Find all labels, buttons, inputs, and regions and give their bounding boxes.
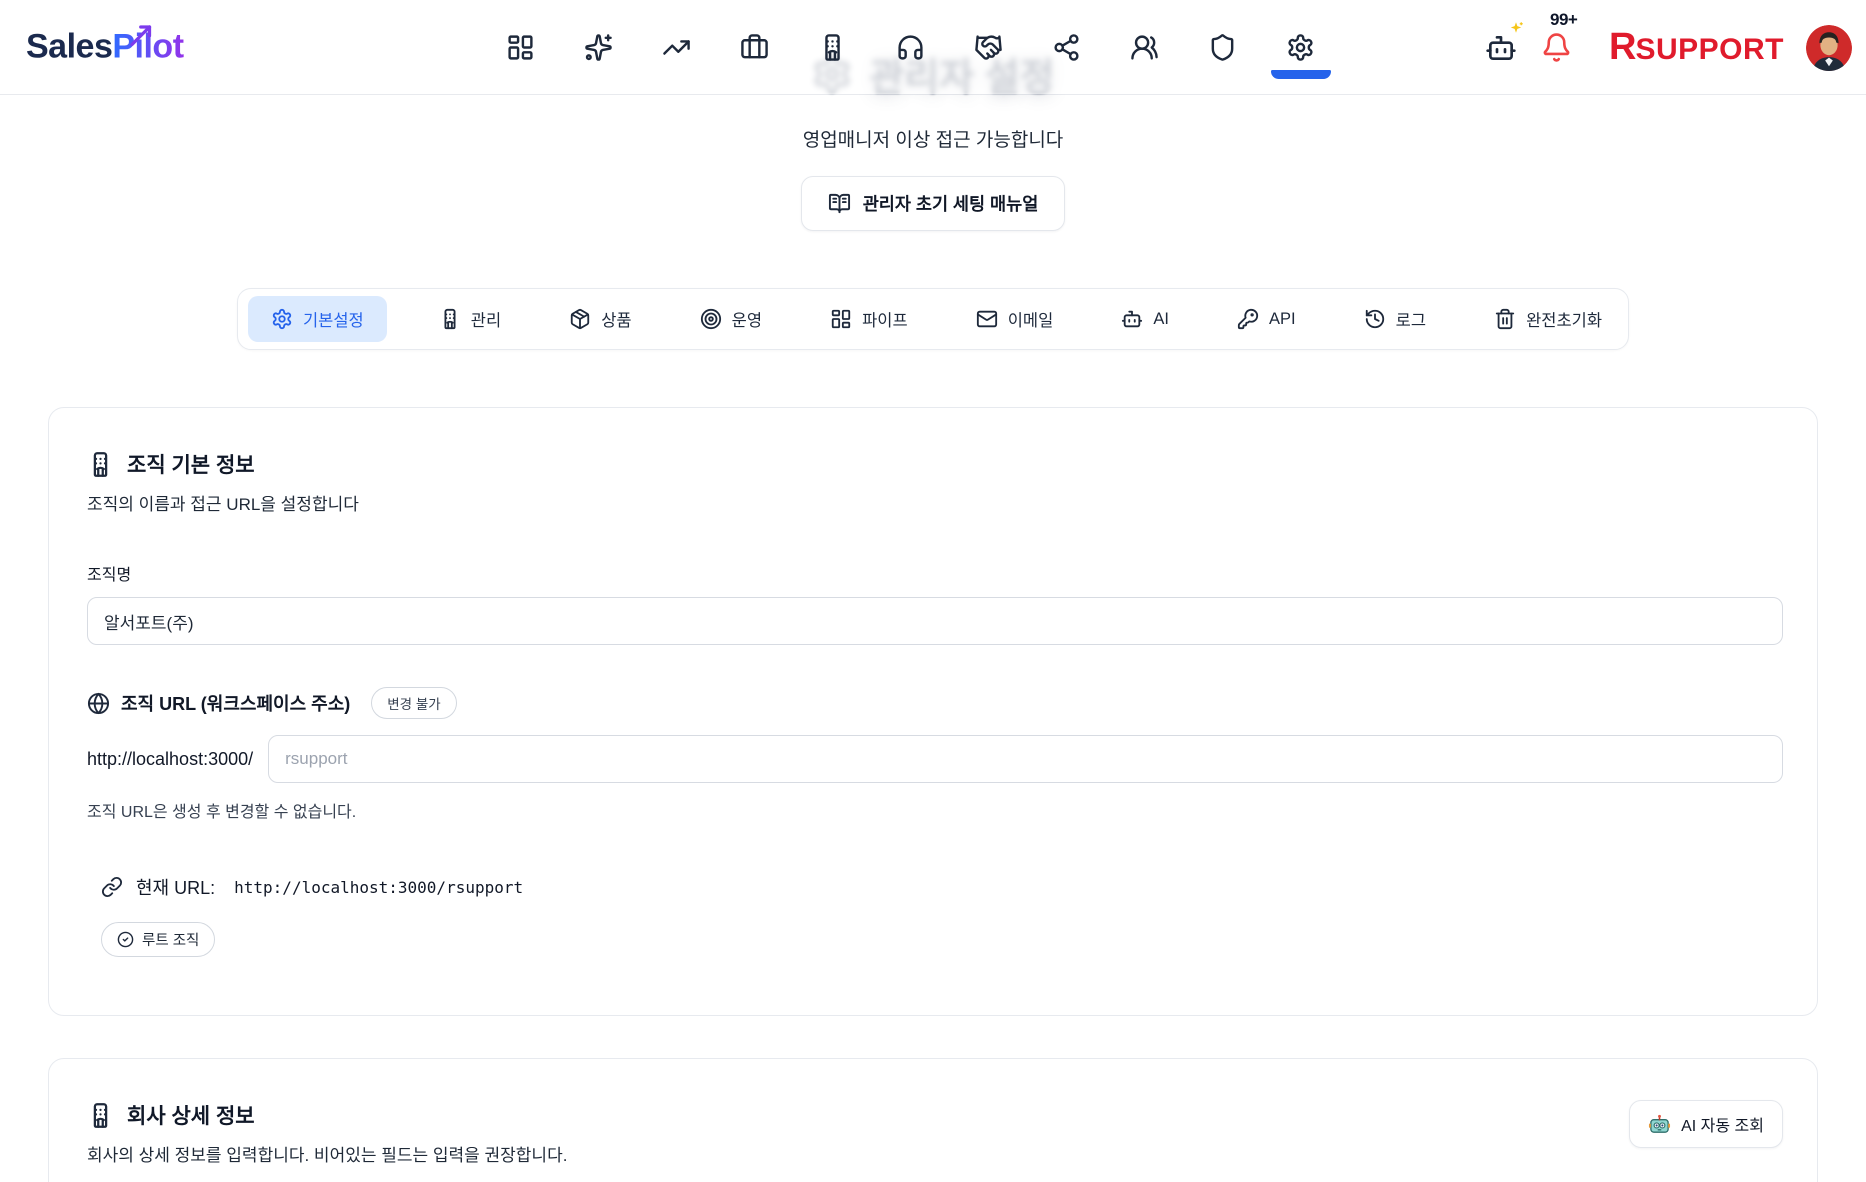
bot-icon — [1121, 308, 1143, 330]
org-url-label: 조직 URL (워크스페이스 주소) — [121, 690, 350, 716]
building-icon — [818, 33, 847, 62]
notifications-button[interactable]: 99+ — [1541, 32, 1573, 64]
settings-icon — [1286, 33, 1315, 62]
trash-icon — [1494, 308, 1516, 330]
admin-manual-button-label: 관리자 초기 세팅 매뉴얼 — [863, 191, 1039, 216]
top-navbar: 관리자 설정 SalesPilot — [0, 0, 1866, 95]
root-org-badge-label: 루트 조직 — [142, 929, 199, 950]
org-url-input[interactable] — [268, 735, 1783, 783]
chatbot-button[interactable] — [1485, 32, 1519, 64]
salespilot-logo[interactable]: SalesPilot — [26, 28, 184, 67]
tab-label: 기본설정 — [303, 307, 364, 331]
ai-auto-lookup-button[interactable]: AI 자동 조회 — [1629, 1100, 1783, 1148]
package-icon — [569, 308, 591, 330]
target-icon — [700, 308, 722, 330]
key-icon — [1237, 308, 1259, 330]
tab-full-reset[interactable]: 완전초기화 — [1478, 297, 1618, 341]
building-icon — [439, 308, 461, 330]
tab-product[interactable]: 상품 — [553, 297, 647, 341]
nav-item-analytics[interactable] — [662, 33, 691, 62]
notification-count-badge: 99+ — [1550, 10, 1577, 30]
main-nav — [506, 0, 1315, 95]
nav-item-deals[interactable] — [740, 33, 769, 62]
company-card-title: 회사 상세 정보 — [87, 1100, 567, 1130]
nav-item-admin-settings[interactable] — [1286, 33, 1315, 62]
building-icon — [87, 1102, 114, 1129]
org-name-label: 조직명 — [87, 561, 1783, 585]
admin-header-section: 영업매니저 이상 접근 가능합니다 관리자 초기 세팅 매뉴얼 — [0, 125, 1866, 231]
tab-email[interactable]: 이메일 — [960, 297, 1070, 341]
circle-check-icon — [117, 931, 134, 948]
tab-label: 이메일 — [1008, 307, 1054, 331]
nav-item-partnership[interactable] — [974, 33, 1003, 62]
tab-pipeline[interactable]: 파이프 — [814, 297, 924, 341]
org-basic-info-card: 조직 기본 정보 조직의 이름과 접근 URL을 설정합니다 조직명 조직 UR… — [48, 407, 1818, 1016]
tab-label: AI — [1153, 310, 1169, 329]
headphones-icon — [896, 33, 925, 62]
globe-icon — [87, 692, 110, 715]
org-url-label-row: 조직 URL (워크스페이스 주소) 변경 불가 — [87, 687, 1783, 719]
tab-operations[interactable]: 운영 — [684, 297, 778, 341]
sparkles-icon — [584, 33, 613, 62]
current-url-label: 현재 URL: — [136, 874, 215, 900]
org-card-subtitle: 조직의 이름과 접근 URL을 설정합니다 — [87, 490, 1783, 515]
trending-up-icon — [662, 33, 691, 62]
building-icon — [87, 451, 114, 478]
ai-auto-lookup-label: AI 자동 조회 — [1681, 1112, 1764, 1136]
tab-label: 운영 — [732, 307, 762, 331]
tab-ai[interactable]: AI — [1105, 298, 1185, 340]
tab-api[interactable]: API — [1221, 298, 1312, 340]
current-url-value: http://localhost:3000/rsupport — [234, 878, 523, 897]
nav-item-ai-assistant[interactable] — [584, 33, 613, 62]
tab-label: 상품 — [601, 307, 631, 331]
company-detail-card: 회사 상세 정보 회사의 상세 정보를 입력합니다. 비어있는 필드는 입력을 … — [48, 1058, 1818, 1182]
nav-item-organization[interactable] — [818, 33, 847, 62]
layout-dashboard-icon — [830, 308, 852, 330]
url-prefix: http://localhost:3000/ — [87, 749, 253, 770]
layout-dashboard-icon — [506, 33, 535, 62]
mail-icon — [976, 308, 998, 330]
settings-tab-bar: 기본설정 관리 상품 운영 파이프 이메일 AI — [237, 288, 1629, 350]
sparkle-icon — [1507, 20, 1525, 38]
nav-item-users[interactable] — [1130, 33, 1159, 62]
tab-label: 파이프 — [862, 307, 908, 331]
immutable-badge: 변경 불가 — [371, 687, 456, 719]
tab-label: 관리 — [471, 307, 501, 331]
tab-logs[interactable]: 로그 — [1348, 297, 1442, 341]
tab-basic[interactable]: 기본설정 — [248, 296, 387, 342]
tab-manage[interactable]: 관리 — [423, 297, 517, 341]
org-url-help: 조직 URL은 생성 후 변경할 수 없습니다. — [87, 798, 1783, 822]
org-card-title: 조직 기본 정보 — [87, 449, 1783, 479]
current-url-row: 현재 URL: http://localhost:3000/rsupport — [101, 874, 1783, 900]
logo-text-sales: Sales — [26, 28, 112, 66]
link-icon — [101, 876, 123, 898]
bell-icon — [1541, 32, 1572, 63]
org-url-input-row: http://localhost:3000/ — [87, 735, 1783, 783]
admin-manual-button[interactable]: 관리자 초기 세팅 매뉴얼 — [801, 176, 1066, 231]
shield-icon — [1208, 33, 1237, 62]
tab-label: 완전초기화 — [1526, 307, 1602, 331]
handshake-icon — [974, 33, 1003, 62]
org-name-input[interactable] — [87, 597, 1783, 645]
company-card-subtitle: 회사의 상세 정보를 입력합니다. 비어있는 필드는 입력을 권장합니다. — [87, 1141, 567, 1166]
settings-icon — [271, 308, 293, 330]
logo-arrow-icon — [127, 20, 157, 50]
access-note: 영업매니저 이상 접근 가능합니다 — [0, 125, 1866, 152]
briefcase-icon — [740, 33, 769, 62]
nav-item-support[interactable] — [896, 33, 925, 62]
tab-label: 로그 — [1396, 307, 1426, 331]
robot-emoji-icon — [1648, 1113, 1671, 1136]
share-icon — [1052, 33, 1081, 62]
users-icon — [1130, 33, 1159, 62]
root-org-badge: 루트 조직 — [101, 922, 215, 957]
tab-label: API — [1269, 310, 1296, 329]
nav-item-security[interactable] — [1208, 33, 1237, 62]
book-open-icon — [828, 192, 851, 215]
history-icon — [1364, 308, 1386, 330]
nav-item-dashboard[interactable] — [506, 33, 535, 62]
rsupport-logo: RSUPPORT — [1609, 26, 1784, 69]
user-avatar[interactable] — [1806, 25, 1852, 71]
navbar-right-cluster: 99+ RSUPPORT — [1485, 0, 1852, 95]
nav-item-share[interactable] — [1052, 33, 1081, 62]
